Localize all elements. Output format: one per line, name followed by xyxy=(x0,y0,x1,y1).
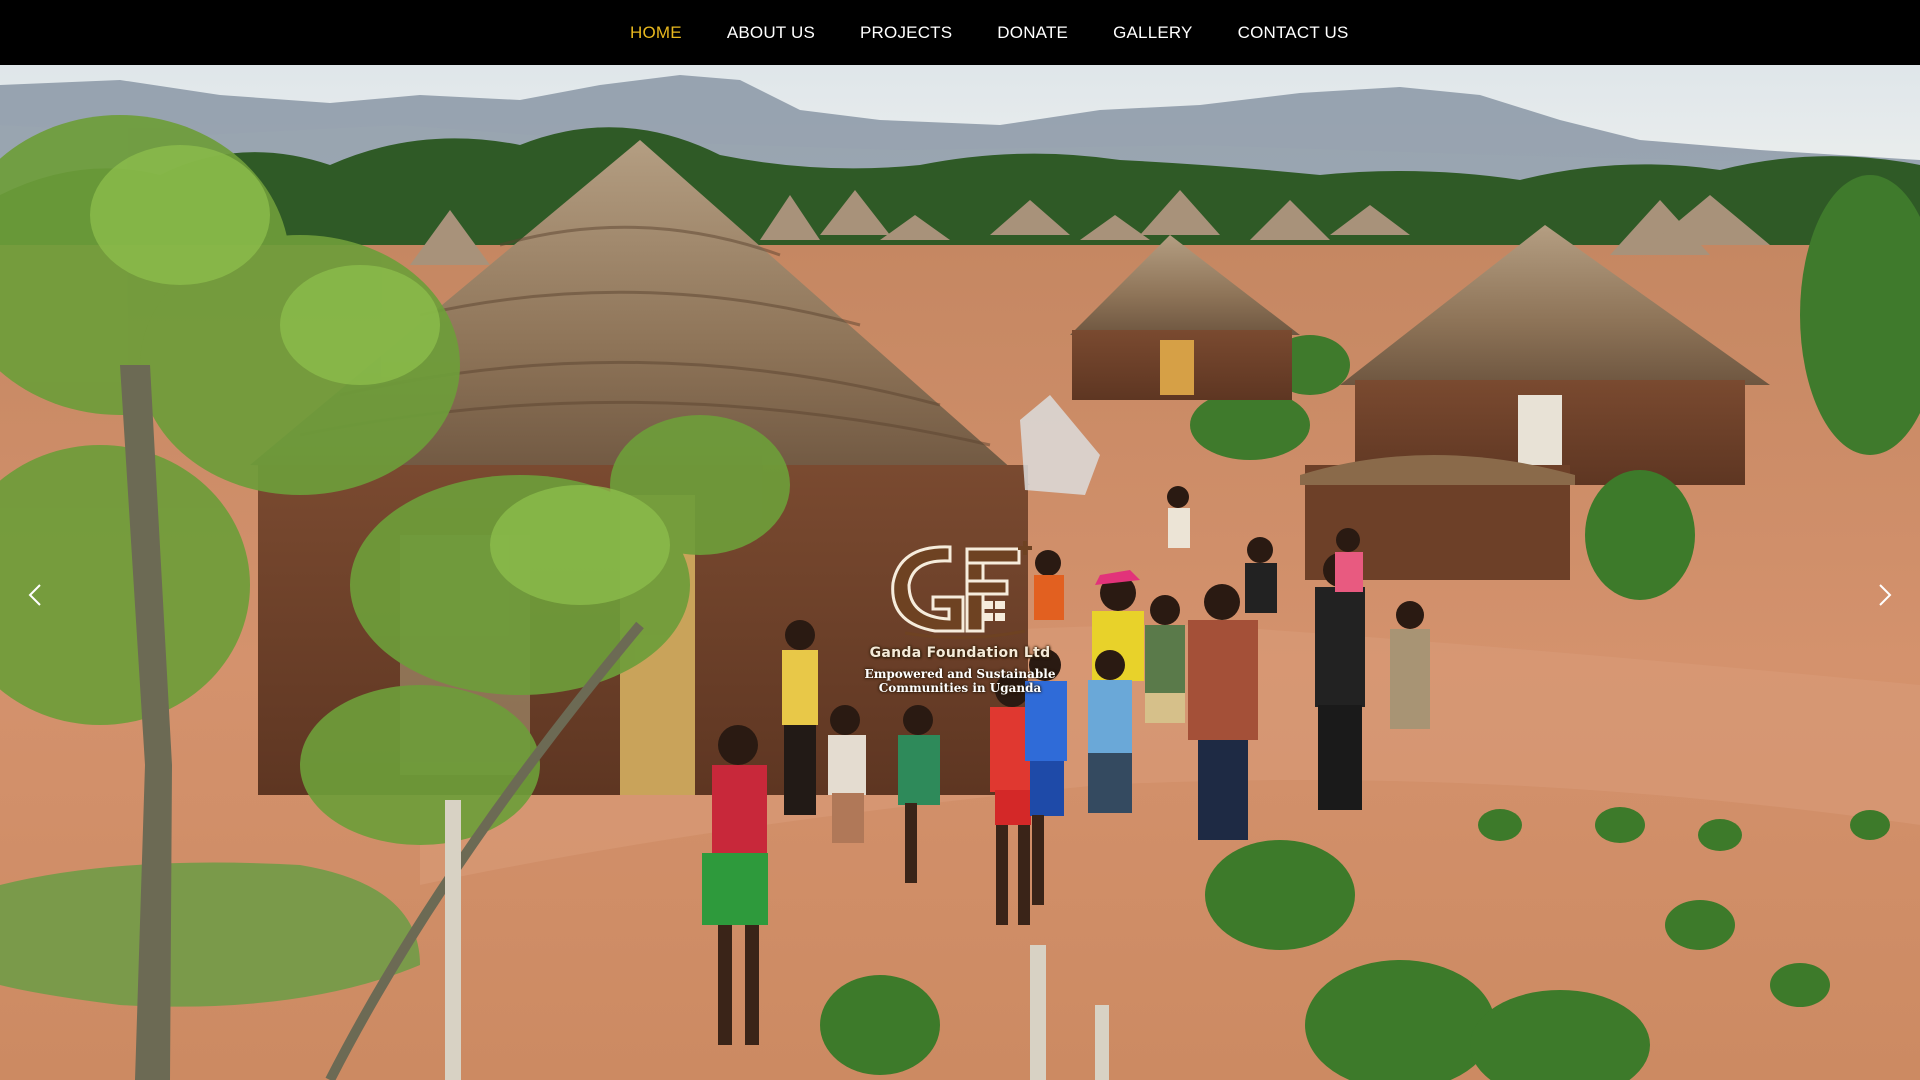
nav-item-home[interactable]: HOME xyxy=(630,23,682,43)
chevron-left-icon xyxy=(28,584,41,606)
slider-next-button[interactable] xyxy=(1866,565,1906,625)
ganda-foundation-logo-mark xyxy=(891,541,1032,640)
chevron-right-icon xyxy=(1879,584,1892,606)
nav-menu: HOME ABOUT US PROJECTS DONATE GALLERY CO… xyxy=(630,0,1349,65)
page: HOME ABOUT US PROJECTS DONATE GALLERY CO… xyxy=(0,0,1920,1080)
hero-slider: Ganda Foundation Ltd Empowered and Susta… xyxy=(0,65,1920,1080)
site-logo[interactable]: Ganda Foundation Ltd Empowered and Susta… xyxy=(862,535,1058,775)
top-navigation: HOME ABOUT US PROJECTS DONATE GALLERY CO… xyxy=(0,0,1920,65)
nav-item-contact-us[interactable]: CONTACT US xyxy=(1238,23,1349,43)
logo-tagline-line2: Communities in Uganda xyxy=(878,681,1042,695)
nav-item-donate[interactable]: DONATE xyxy=(997,23,1068,43)
logo-organization-name: Ganda Foundation Ltd xyxy=(869,645,1051,661)
nav-item-projects[interactable]: PROJECTS xyxy=(860,23,952,43)
slider-prev-button[interactable] xyxy=(14,565,54,625)
nav-item-gallery[interactable]: GALLERY xyxy=(1113,23,1193,43)
logo-tagline-line1: Empowered and Sustainable xyxy=(864,667,1056,681)
nav-item-about-us[interactable]: ABOUT US xyxy=(727,23,815,43)
